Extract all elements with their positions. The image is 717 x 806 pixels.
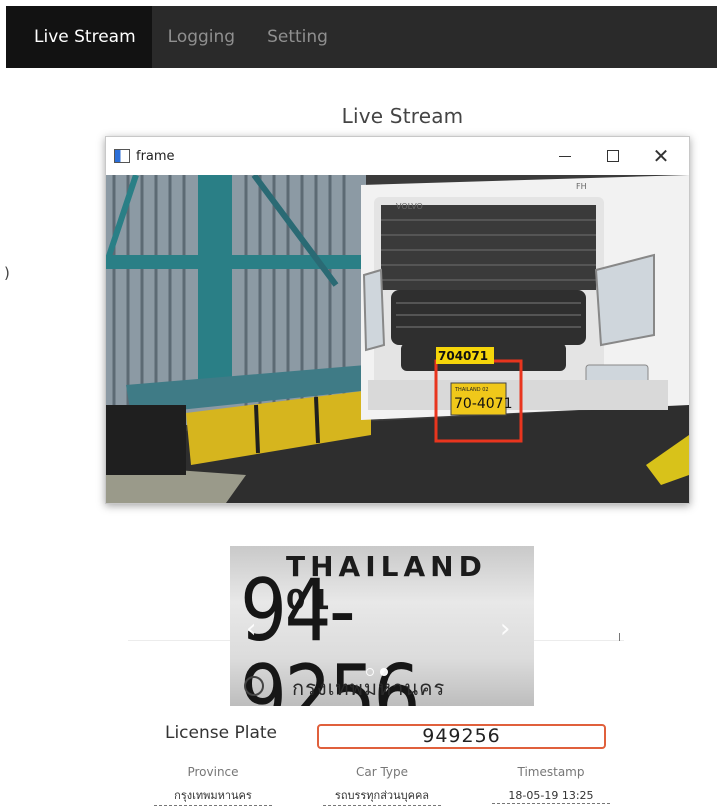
cab-badge-text: FH bbox=[576, 182, 587, 191]
minimize-button[interactable] bbox=[541, 137, 589, 175]
province-column: Province กรุงเทพมหานคร bbox=[138, 765, 288, 806]
minimize-icon bbox=[559, 155, 571, 157]
plate-crop-bottom-text: กรงเทพมหานคร bbox=[292, 676, 446, 700]
close-icon: ✕ bbox=[652, 144, 670, 168]
province-value[interactable]: กรุงเทพมหานคร bbox=[154, 786, 272, 806]
detection-label-text: 704071 bbox=[438, 349, 488, 363]
car-type-column: Car Type รถบรรทุกส่วนบุคคล bbox=[307, 765, 457, 806]
province-label: Province bbox=[187, 765, 239, 779]
top-navbar: Live Stream Logging Setting bbox=[6, 6, 717, 68]
window-title: frame bbox=[136, 148, 175, 164]
timestamp-label: Timestamp bbox=[517, 765, 585, 779]
license-plate-label: License Plate bbox=[164, 723, 277, 743]
truck-brand-text: VOLVO bbox=[396, 202, 423, 211]
tab-live-stream[interactable]: Live Stream bbox=[6, 6, 152, 68]
chevron-right-icon: › bbox=[500, 614, 511, 644]
detected-plate-main-text: 70-4071 bbox=[454, 396, 513, 412]
camera-scene: VOLVO FH THAILAND 02 70-4071 704071 bbox=[106, 175, 689, 503]
license-plate-field[interactable]: 949256 bbox=[317, 724, 606, 749]
app-window-icon bbox=[114, 149, 130, 163]
car-type-value[interactable]: รถบรรทุกส่วนบุคคล bbox=[323, 786, 441, 806]
timestamp-value[interactable]: 18-05-19 13:25 bbox=[492, 789, 610, 804]
plate-carousel: THAILAND 01 94-9256 กรงเทพมหานคร ‹ › bbox=[128, 546, 624, 706]
tab-logging[interactable]: Logging bbox=[152, 6, 251, 68]
plate-emblem-icon bbox=[244, 676, 264, 696]
cropped-plate-image: THAILAND 01 94-9256 กรงเทพมหานคร bbox=[230, 546, 534, 706]
close-button[interactable]: ✕ bbox=[637, 137, 685, 175]
carousel-dot-2[interactable] bbox=[380, 668, 388, 676]
page-title: Live Stream bbox=[341, 104, 464, 128]
detected-plate-top-text: THAILAND 02 bbox=[454, 387, 489, 393]
carousel-indicators bbox=[366, 668, 388, 676]
tab-setting[interactable]: Setting bbox=[251, 6, 344, 68]
carousel-next-button[interactable]: › bbox=[500, 616, 510, 642]
window-titlebar[interactable]: frame ✕ bbox=[106, 137, 689, 175]
camera-frame-window: frame ✕ VOLVO FH THAILAND 02 70-4071 704… bbox=[105, 136, 690, 504]
carousel-tick bbox=[619, 633, 620, 641]
carousel-prev-button[interactable]: ‹ bbox=[246, 616, 256, 642]
stray-mark: ) bbox=[4, 264, 10, 282]
chevron-left-icon: ‹ bbox=[246, 614, 257, 644]
car-type-label: Car Type bbox=[355, 765, 409, 779]
camera-video-feed: VOLVO FH THAILAND 02 70-4071 704071 bbox=[106, 175, 689, 503]
carousel-dot-1[interactable] bbox=[366, 668, 374, 676]
maximize-icon bbox=[607, 150, 619, 162]
timestamp-column: Timestamp 18-05-19 13:25 bbox=[476, 765, 626, 804]
maximize-button[interactable] bbox=[589, 137, 637, 175]
